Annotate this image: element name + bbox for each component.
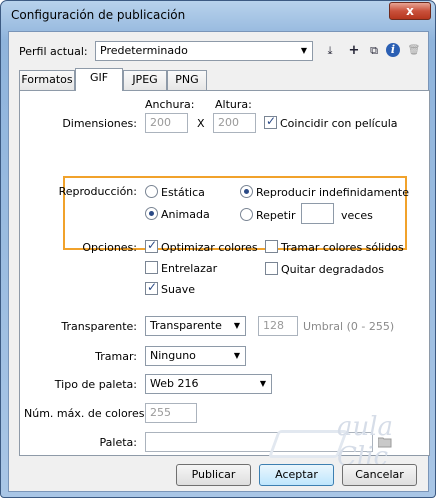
watermark-logo: aula Clic: [267, 412, 429, 472]
publish-settings-window: Configuración de publicación x Perfil ac…: [0, 0, 436, 498]
threshold-hint: Umbral (0 - 255): [303, 320, 395, 333]
dither-solids-checkbox[interactable]: [265, 240, 278, 253]
smooth-label: Suave: [161, 283, 195, 296]
palette-type-select[interactable]: Web 216 ▼: [145, 374, 272, 394]
palette-type-label: Tipo de paleta:: [54, 378, 137, 391]
chevron-down-icon: ▼: [233, 321, 241, 330]
interlace-checkbox[interactable]: [145, 261, 158, 274]
palette-type-value: Web 216: [150, 377, 199, 390]
playback-label: Reproducción:: [58, 185, 137, 198]
profile-select[interactable]: Predeterminado ▼: [95, 41, 313, 61]
match-movie-checkbox[interactable]: [264, 114, 277, 129]
remove-gradients-label: Quitar degradados: [281, 263, 384, 276]
dialog-body: Perfil actual: Predeterminado ▼ ⤓ + ⧉ i …: [8, 31, 430, 492]
dither-label: Tramar:: [95, 350, 137, 363]
profile-label: Perfil actual:: [19, 45, 88, 58]
chevron-down-icon: ▼: [300, 46, 308, 55]
transparent-value: Transparente: [150, 319, 222, 332]
height-input[interactable]: 200: [213, 113, 256, 133]
transparent-label: Transparente:: [61, 320, 137, 333]
repeat-times-label: veces: [341, 209, 373, 222]
profile-value: Predeterminado: [100, 44, 188, 57]
chevron-down-icon: ▼: [259, 379, 267, 388]
ok-button[interactable]: Aceptar: [259, 464, 334, 486]
close-icon: x: [406, 4, 414, 18]
height-label: Altura:: [215, 98, 252, 111]
optimize-colors-label: Optimizar colores: [161, 241, 258, 254]
title-bar[interactable]: Configuración de publicación x: [1, 1, 435, 31]
interlace-label: Entrelazar: [161, 262, 218, 275]
cancel-button[interactable]: Cancelar: [342, 464, 417, 486]
remove-gradients-checkbox[interactable]: [265, 262, 278, 275]
delete-icon[interactable]: 🗑: [405, 42, 423, 60]
animated-label: Animada: [161, 208, 210, 221]
loop-radio[interactable]: [240, 185, 253, 198]
max-colors-input[interactable]: 255: [145, 403, 197, 423]
window-title: Configuración de publicación: [11, 8, 186, 22]
transparent-select[interactable]: Transparente ▼: [145, 316, 246, 336]
close-button[interactable]: x: [389, 2, 431, 20]
options-label: Opciones:: [82, 241, 137, 254]
static-label: Estática: [161, 186, 205, 199]
palette-label: Paleta:: [99, 436, 137, 449]
add-icon[interactable]: +: [345, 42, 363, 60]
optimize-colors-checkbox[interactable]: [145, 238, 158, 253]
tab-gif[interactable]: GIF: [75, 68, 123, 91]
dither-value: Ninguno: [150, 349, 196, 362]
gif-panel: Anchura: Altura: Dimensiones: 200 X 200 …: [19, 90, 430, 456]
smooth-checkbox[interactable]: [145, 280, 158, 295]
max-colors-label: Núm. máx. de colores:: [24, 407, 149, 420]
dither-select[interactable]: Ninguno ▼: [145, 346, 246, 366]
animated-radio[interactable]: [145, 207, 158, 220]
repeat-radio[interactable]: [240, 208, 253, 221]
repeat-count-input[interactable]: [301, 203, 334, 224]
threshold-input[interactable]: 128: [258, 316, 298, 336]
dither-solids-label: Tramar colores sólidos: [281, 241, 404, 254]
publish-button[interactable]: Publicar: [176, 464, 251, 486]
times-sign: X: [197, 117, 205, 130]
import-export-icon[interactable]: ⤓: [321, 42, 339, 60]
static-radio[interactable]: [145, 185, 158, 198]
loop-label: Reproducir indefinidamente: [256, 186, 409, 199]
dimensions-label: Dimensiones:: [62, 117, 137, 130]
match-movie-label: Coincidir con película: [280, 117, 398, 130]
info-icon[interactable]: i: [386, 43, 400, 57]
tab-jpeg[interactable]: JPEG: [123, 70, 167, 90]
tab-formatos[interactable]: Formatos: [19, 70, 75, 90]
width-label: Anchura:: [145, 98, 195, 111]
duplicate-icon[interactable]: ⧉: [365, 42, 383, 60]
watermark-text: aula Clic: [337, 412, 394, 472]
repeat-label: Repetir: [256, 209, 296, 222]
width-input[interactable]: 200: [145, 113, 188, 133]
chevron-down-icon: ▼: [233, 351, 241, 360]
tab-png[interactable]: PNG: [167, 70, 207, 90]
